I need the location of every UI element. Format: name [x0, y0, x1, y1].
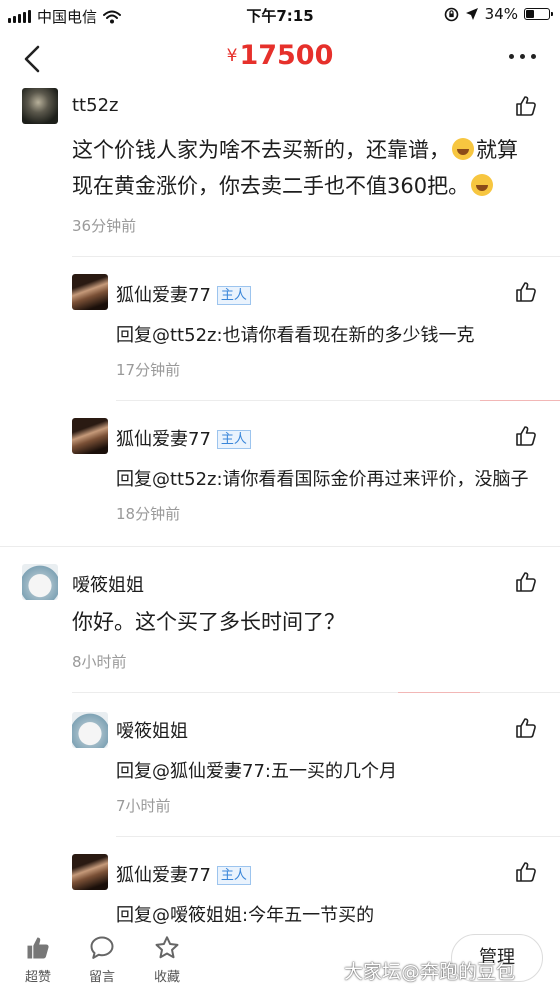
comment-text: 这个价钱人家为啥不去买新的，还靠谱， 就算 现在黄金涨价，你去卖二手也不值360把…	[72, 138, 518, 198]
status-bar: 中国电信 下午7:15 34%	[0, 0, 560, 30]
divider	[72, 692, 398, 693]
reply-author[interactable]: 狐仙爱妻77 主人	[116, 281, 251, 307]
avatar[interactable]	[22, 564, 58, 600]
comment-time: 36分钟前	[72, 217, 137, 235]
avatar[interactable]	[72, 854, 108, 890]
comment-author[interactable]: tt52z	[72, 95, 118, 116]
star-icon	[155, 936, 179, 959]
comment-button[interactable]: 留言	[77, 934, 127, 985]
like-icon[interactable]	[514, 94, 538, 118]
divider	[116, 836, 560, 837]
divider	[116, 400, 480, 401]
like-label: 超赞	[24, 970, 51, 985]
laughing-emoji-icon	[452, 138, 474, 160]
battery-icon	[524, 8, 553, 20]
nav-bar: ¥17500	[0, 30, 560, 86]
comment-text: 你好。这个买了多长时间了？	[72, 610, 345, 634]
like-icon[interactable]	[514, 570, 538, 594]
reply-time: 7小时前	[116, 797, 171, 815]
avatar[interactable]	[72, 274, 108, 310]
divider	[72, 256, 560, 257]
reply-author[interactable]: 狐仙爱妻77 主人	[116, 861, 251, 887]
thumbs-up-icon	[27, 937, 49, 959]
reply-author[interactable]: 嗳筱姐姐	[116, 717, 188, 743]
divider	[480, 400, 560, 401]
more-options-icon[interactable]	[509, 54, 536, 59]
avatar[interactable]	[22, 88, 58, 124]
host-badge: 主人	[216, 866, 251, 885]
reply-text: 回复@嗳筱姐姐:今年五一节买的	[116, 905, 375, 926]
host-badge: 主人	[216, 430, 251, 449]
location-arrow-icon	[465, 8, 478, 20]
avatar[interactable]	[72, 712, 108, 748]
comment-time: 8小时前	[72, 653, 127, 671]
divider	[398, 692, 480, 693]
like-post-button[interactable]: 超赞	[13, 934, 63, 985]
orientation-lock-icon	[444, 7, 458, 21]
reply-text: 回复@tt52z:也请你看看现在新的多少钱一克	[116, 325, 475, 346]
watermark: 大家坛@奔跑的豆包	[344, 961, 516, 983]
divider	[0, 546, 560, 547]
reply-text: 回复@tt52z:请你看看国际金价再过来评价，没脑子	[116, 469, 529, 490]
like-icon[interactable]	[514, 424, 538, 448]
favorite-label: 收藏	[153, 970, 180, 985]
battery-percent: 34%	[484, 5, 518, 23]
laughing-emoji-icon	[471, 174, 494, 196]
currency-symbol: ¥	[226, 46, 238, 66]
comment-label: 留言	[88, 970, 115, 985]
comment-bubble-icon	[90, 936, 114, 959]
favorite-button[interactable]: 收藏	[142, 934, 192, 985]
reply-time: 17分钟前	[116, 361, 181, 379]
status-right: 34%	[444, 5, 553, 23]
reply-text: 回复@狐仙爱妻77:五一买的几个月	[116, 761, 397, 782]
avatar[interactable]	[72, 418, 108, 454]
reply-author[interactable]: 狐仙爱妻77 主人	[116, 425, 251, 451]
like-icon[interactable]	[514, 860, 538, 884]
like-icon[interactable]	[514, 280, 538, 304]
comment-author[interactable]: 嗳筱姐姐	[72, 571, 144, 597]
divider	[480, 692, 560, 693]
price-value: 17500	[239, 40, 334, 71]
host-badge: 主人	[216, 286, 251, 305]
like-icon[interactable]	[514, 716, 538, 740]
page-title-price: ¥17500	[0, 40, 560, 71]
reply-time: 18分钟前	[116, 505, 181, 523]
